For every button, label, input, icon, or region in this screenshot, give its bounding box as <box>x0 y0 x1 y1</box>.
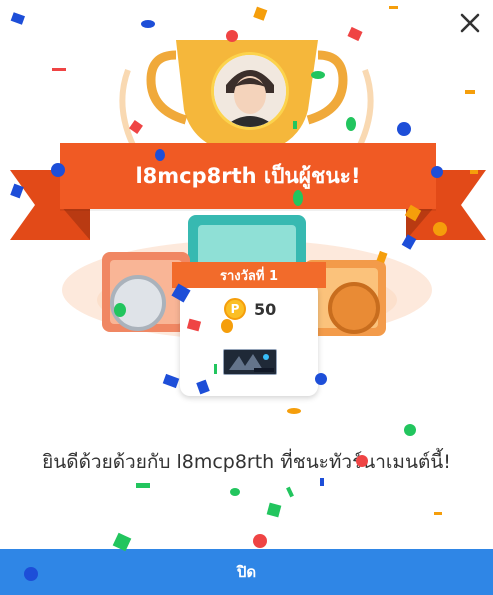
avatar <box>211 52 289 130</box>
coin-reward: P 50 <box>224 298 276 320</box>
congrats-message: ยินดีด้วยด้วยกับ l8mcp8rth ที่ชนะทัวร์นา… <box>42 451 451 473</box>
item-image <box>224 350 276 374</box>
dismiss-button[interactable]: ปิด <box>0 549 493 595</box>
coin-icon: P <box>224 298 246 320</box>
coin-symbol: P <box>230 302 240 316</box>
rank-label: รางวัลที่ 1 <box>219 268 279 284</box>
avatar-photo <box>214 55 286 127</box>
dismiss-button-label: ปิด <box>236 563 257 581</box>
close-button[interactable] <box>455 8 485 38</box>
winner-banner: l8mcp8rth เป็นผู้ชนะ! <box>60 143 436 209</box>
item-thumbnail <box>223 349 277 375</box>
rank-banner: รางวัลที่ 1 <box>172 262 326 288</box>
winner-banner-text: l8mcp8rth เป็นผู้ชนะ! <box>135 163 361 188</box>
coin-amount: 50 <box>254 299 277 319</box>
close-icon <box>460 13 480 33</box>
